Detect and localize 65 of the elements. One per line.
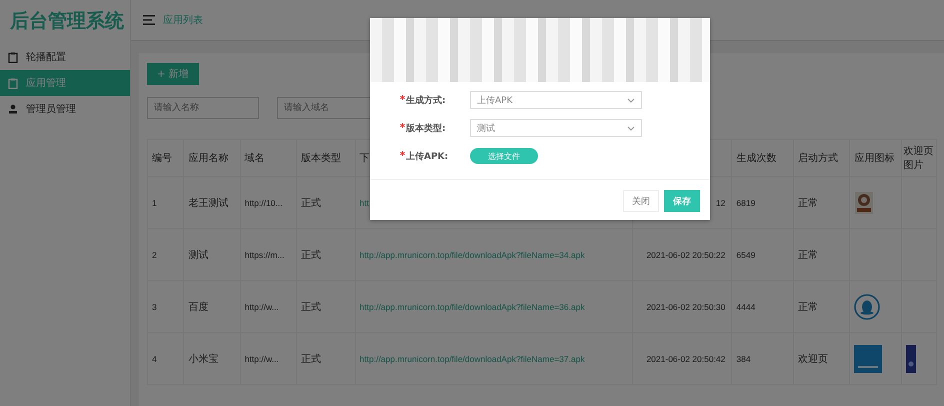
table-cell: 2021-06-02 20:50:22 (646, 250, 726, 260)
column-header: 启动方式 (793, 140, 850, 176)
field-label: 版本类型: (406, 122, 447, 134)
table-cell: 正式 (301, 302, 322, 312)
sidebar-item[interactable]: 应用管理 (0, 70, 130, 96)
column-header: 域名 (240, 140, 297, 176)
table-cell: 正式 (301, 250, 322, 260)
table-cell: 正式 (301, 354, 322, 364)
save-button[interactable]: 保存 (664, 190, 700, 212)
search-field[interactable]: 请输入名称 (147, 97, 259, 119)
table-cell: 1 (152, 198, 157, 208)
chevron-down-icon (627, 98, 635, 102)
column-header: 欢迎页图片 (901, 140, 936, 176)
table-cell: https://m... (244, 250, 284, 260)
table-cell: 欢迎页 (798, 354, 828, 364)
table-cell: 2021-06-02 20:50:42 (646, 354, 726, 364)
badge-logo-icon (854, 190, 874, 214)
table-cell: 6819 (736, 198, 756, 208)
penguin-icon (854, 294, 880, 320)
table-cell: 小米宝 (188, 354, 218, 364)
download-link[interactable]: http://app.mrunicorn.top/file/downloadApk?fileName=36.apk (360, 302, 585, 312)
field-label: 上传APK: (406, 150, 450, 162)
close-button[interactable]: 关闭 (623, 190, 659, 212)
app-title: 后台管理系统 (8, 9, 125, 34)
phone-screen-icon (906, 344, 916, 372)
column-header: 应用图标 (850, 140, 902, 176)
table-cell: 正常 (798, 198, 818, 208)
table-cell: 测试 (188, 250, 208, 260)
table-cell: 2021-06-02 20:50:30 (646, 302, 726, 312)
table-cell: http://w... (244, 302, 279, 312)
column-header: 版本类型 (296, 140, 356, 176)
clipboard-icon (8, 78, 18, 88)
column-header: 编号 (148, 140, 184, 176)
table-cell: 4 (152, 354, 157, 364)
user-icon (8, 104, 18, 114)
choose-file-button[interactable]: 选择文件 (470, 148, 538, 164)
table-cell: http://w... (244, 354, 279, 364)
table-cell: http://10... (244, 198, 282, 208)
download-link[interactable]: htt (360, 198, 369, 208)
download-link[interactable]: http://app.mrunicorn.top/file/downloadApk?fileName=37.apk (360, 354, 585, 364)
table-cell: 正式 (301, 198, 322, 208)
table-cell: 2 (152, 250, 157, 260)
table-cell: 6549 (736, 250, 756, 260)
sidebar-item[interactable]: 管理员管理 (0, 96, 130, 122)
column-header: 生成次数 (732, 140, 794, 176)
column-header: 应用名称 (184, 140, 240, 176)
breadcrumb[interactable]: 应用列表 (163, 13, 203, 27)
download-link[interactable]: http://app.mrunicorn.top/file/downloadApk?fileName=34.apk (360, 250, 585, 260)
table-cell: 百度 (188, 302, 208, 312)
field-label: 生成方式: (406, 94, 447, 106)
sidebar-item[interactable]: 轮播配置 (0, 44, 130, 70)
dropdown[interactable]: 上传APK (470, 91, 642, 109)
table-cell: 4444 (736, 302, 756, 312)
chevron-down-icon (627, 126, 635, 130)
clipboard-icon (8, 52, 18, 62)
table-cell: 老王测试 (188, 198, 228, 208)
table-cell: 384 (736, 354, 751, 364)
app-logo-icon (854, 344, 882, 372)
table-cell: 3 (152, 302, 157, 312)
table-cell: 正常 (798, 250, 818, 260)
table-cell: 12 (716, 198, 726, 208)
add-button[interactable]: + 新增 (147, 63, 199, 85)
table-cell: 正常 (798, 302, 818, 312)
menu-icon (143, 15, 155, 25)
dropdown[interactable]: 测试 (470, 119, 642, 137)
